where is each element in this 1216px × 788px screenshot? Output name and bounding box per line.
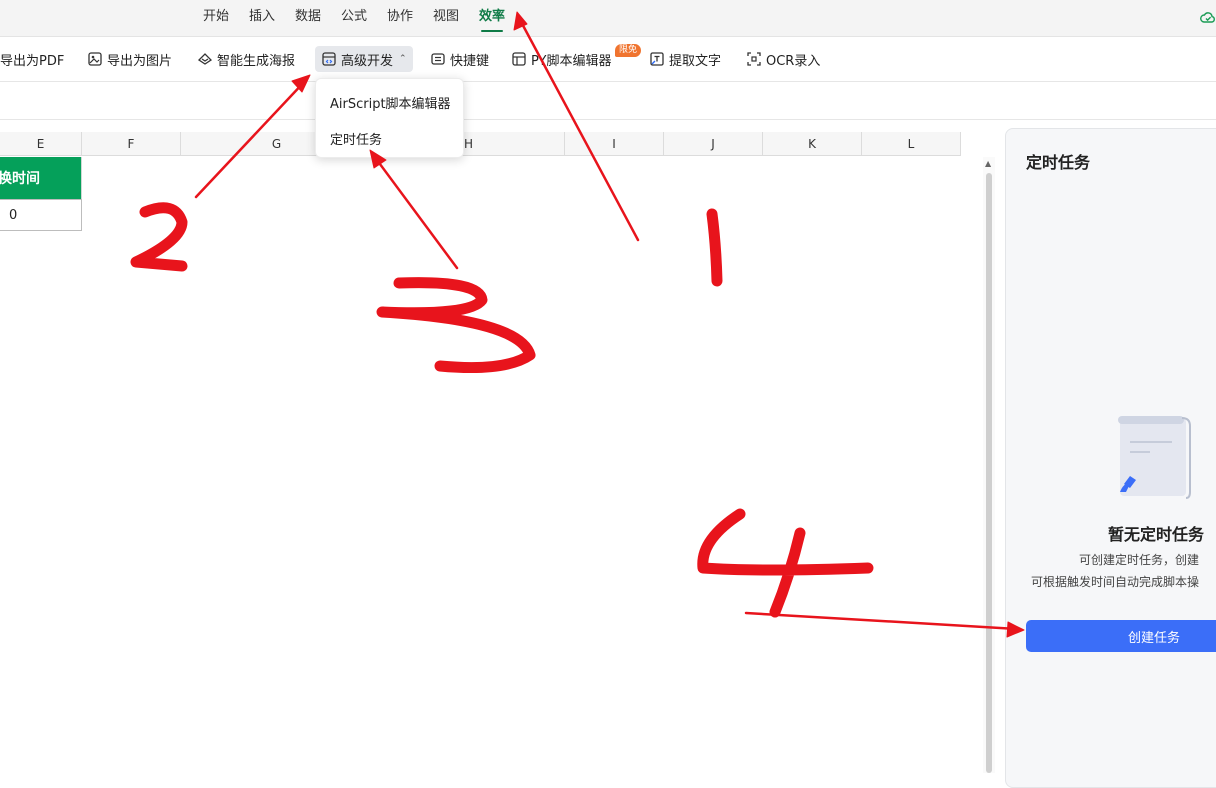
script-window-icon [512,52,526,66]
scheduled-tasks-panel: 定时任务 暂无定时任务 可创建定时任务，创建 可根据触发时间自动完成脚本操 创建… [1005,128,1216,788]
ocr-input-button[interactable]: OCR录入 [746,46,820,72]
extract-text-button[interactable]: 提取文字 [649,46,721,72]
menu-insert[interactable]: 插入 [249,7,275,29]
advanced-dev-dropdown: AirScript脚本编辑器 定时任务 [315,78,464,158]
column-header-j[interactable]: J [664,132,763,156]
value-cell-e2[interactable]: 0 [0,199,82,231]
ribbon-toolbar: 导出为PDF 导出为图片 智能生成海报 高级开发 ⌃ 快捷键 PY脚本编辑器 提… [0,37,1216,82]
empty-scroll-illustration-icon [1118,416,1191,499]
column-header-f[interactable]: F [82,132,181,156]
poster-icon [197,53,213,65]
panel-title: 定时任务 [1026,153,1091,172]
menu-data[interactable]: 数据 [295,7,321,29]
export-pdf-label: 导出为PDF [0,53,65,69]
vertical-scrollbar[interactable]: ▲ [983,157,995,773]
smart-poster-button[interactable]: 智能生成海报 [197,46,295,72]
header-cell-e1[interactable]: 换时间 [0,157,82,199]
image-export-icon [88,52,102,66]
code-window-icon [322,52,336,66]
export-pdf-button[interactable]: 导出为PDF [0,46,64,72]
advanced-dev-button[interactable]: 高级开发 ⌃ [315,46,413,72]
menu-collaborate[interactable]: 协作 [387,7,413,29]
dropdown-item-airscript-editor[interactable]: AirScript脚本编辑器 [330,93,451,112]
shortcuts-button[interactable]: 快捷键 [430,46,489,72]
smart-poster-label: 智能生成海报 [217,53,296,69]
shortcuts-label: 快捷键 [450,53,490,69]
ocr-input-label: OCR录入 [766,53,821,69]
menu-start[interactable]: 开始 [203,7,229,29]
menu-efficiency[interactable]: 效率 [479,7,505,32]
chevron-up-icon: ⌃ [399,54,407,64]
empty-state-desc-line2: 可根据触发时间自动完成脚本操 [1031,575,1200,589]
handwritten-number-1 [706,208,723,287]
menu-bar: 开始 插入 数据 公式 协作 视图 效率 [0,0,1216,37]
empty-state-desc-line1: 可创建定时任务，创建 [1079,553,1200,567]
header-cell-text: 换时间 [0,171,40,187]
column-header-e[interactable]: E [0,132,82,156]
menu-formula[interactable]: 公式 [341,7,367,29]
script-editor-button[interactable]: PY脚本编辑器 [511,46,612,72]
advanced-dev-label: 高级开发 [341,53,394,69]
keyboard-icon [431,53,445,65]
column-header-k[interactable]: K [763,132,862,156]
handwritten-number-3 [376,277,536,374]
extract-text-label: 提取文字 [669,53,722,69]
export-image-button[interactable]: 导出为图片 [87,46,172,72]
empty-state-title: 暂无定时任务 [1108,525,1205,544]
cloud-sync-icon[interactable] [1200,10,1216,26]
annotation-arrow-3 [369,149,459,270]
scrollbar-thumb[interactable] [986,173,992,773]
column-header-l[interactable]: L [862,132,961,156]
column-header-i[interactable]: I [565,132,664,156]
scroll-up-arrow-icon[interactable]: ▲ [985,159,991,168]
dropdown-item-scheduled-tasks[interactable]: 定时任务 [330,129,382,148]
scan-icon [747,52,761,66]
formula-bar[interactable] [0,89,1216,120]
export-image-label: 导出为图片 [107,53,173,69]
free-badge: 限免 [615,44,642,57]
script-editor-label: PY脚本编辑器 [531,53,612,69]
handwritten-number-2 [130,202,188,272]
menu-view[interactable]: 视图 [433,7,459,29]
handwritten-number-4 [697,508,874,618]
create-task-button[interactable]: 创建任务 [1026,620,1216,652]
create-task-label: 创建任务 [1128,630,1181,646]
extract-text-icon [650,52,664,66]
